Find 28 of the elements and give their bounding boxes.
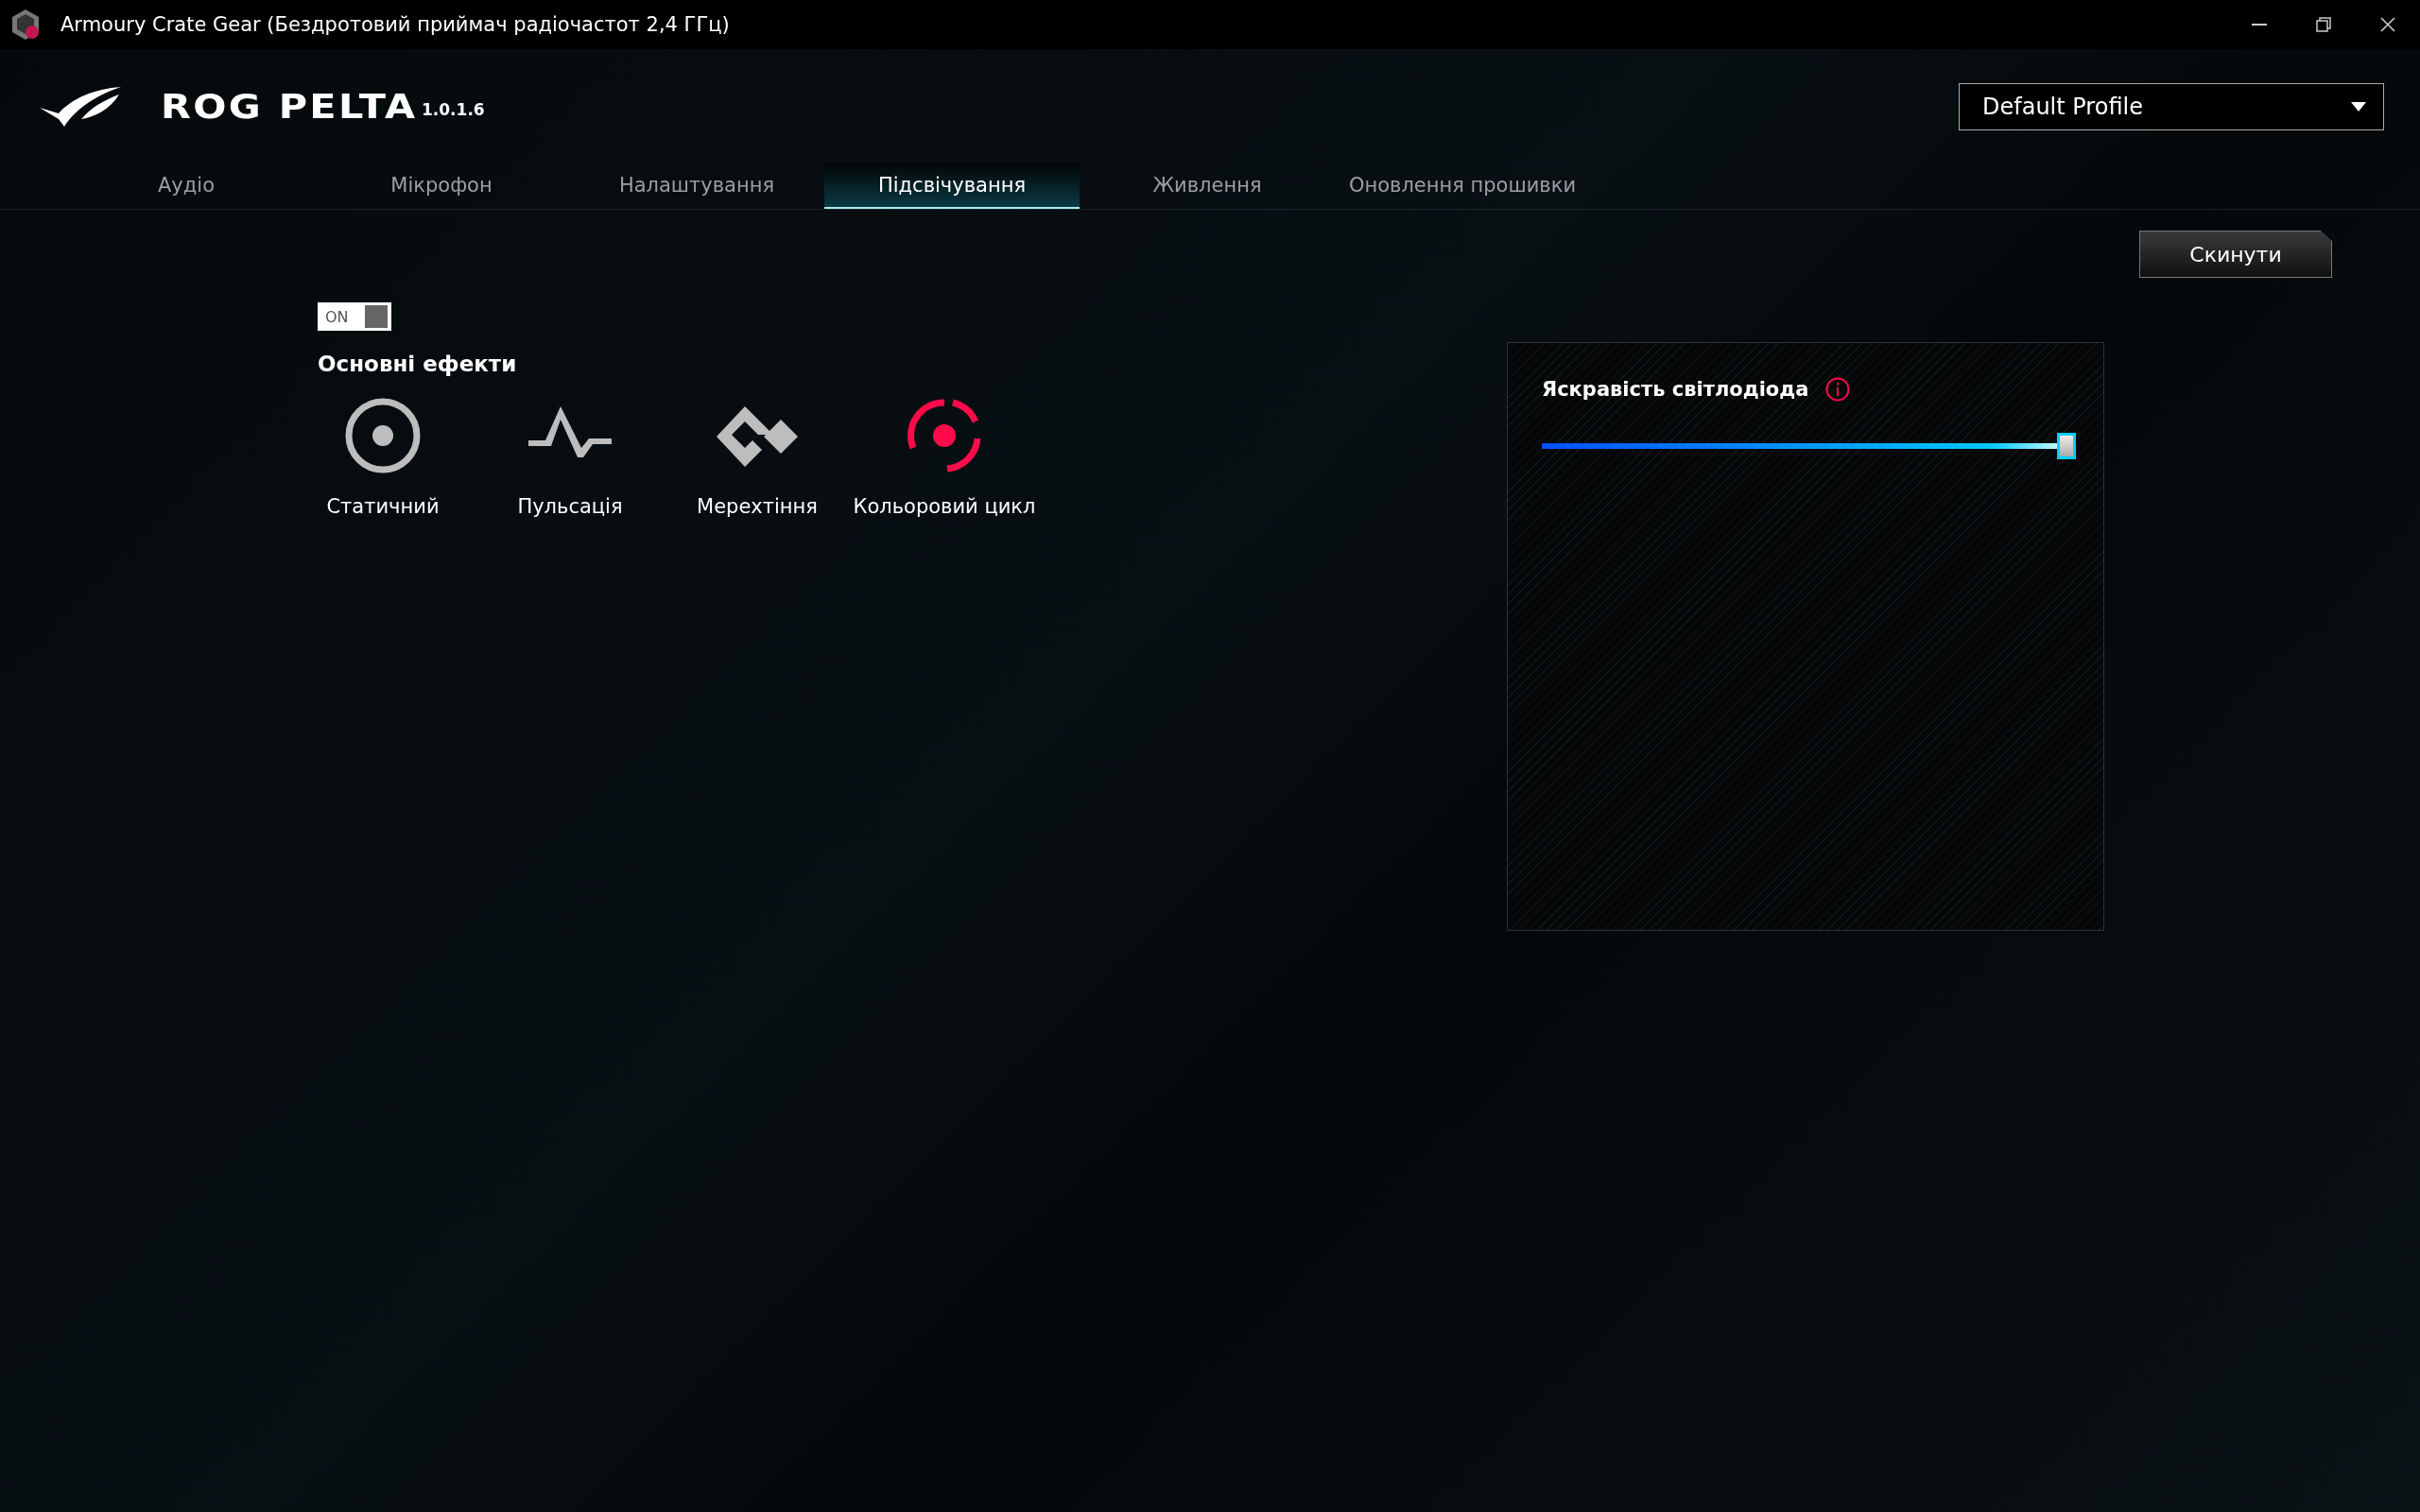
restore-icon xyxy=(2316,17,2331,32)
caret-icon xyxy=(2351,101,2366,112)
tab[interactable]: Налаштування xyxy=(569,163,824,209)
effect-option[interactable]: Статичний xyxy=(289,397,476,518)
window-title: Armoury Crate Gear (Бездротовий приймач радіочастот 2,4 ГГц) xyxy=(60,13,731,36)
tab[interactable]: Оновлення прошивки xyxy=(1335,163,1590,209)
effect-option[interactable]: Мерехтіння xyxy=(664,397,851,518)
info-icon[interactable] xyxy=(1825,377,1851,402)
slider-thumb[interactable] xyxy=(2057,433,2076,459)
minimize-icon xyxy=(2252,24,2267,26)
tab[interactable]: Живлення xyxy=(1080,163,1335,209)
reset-button[interactable]: Скинути xyxy=(2139,231,2332,278)
product-name: ROG PELTA xyxy=(161,87,418,126)
eye-logo-icon xyxy=(38,84,123,129)
app-logo-icon xyxy=(9,9,42,41)
effect-option[interactable]: Кольоровий цикл xyxy=(851,397,1038,518)
lighting-toggle[interactable]: ON xyxy=(318,302,391,331)
profile-dropdown[interactable]: Default Profile xyxy=(1959,82,2384,130)
tab[interactable]: Підсвічування xyxy=(824,163,1080,209)
version-label: 1.0.1.6 xyxy=(422,99,485,119)
brightness-title: Яскравість світлодіода xyxy=(1542,378,1809,401)
tab[interactable]: Мікрофон xyxy=(314,163,569,209)
section-title: Основні ефекти xyxy=(318,352,518,376)
tab[interactable]: Аудіо xyxy=(59,163,314,209)
target-icon xyxy=(344,397,422,474)
color-cycle-icon xyxy=(906,397,983,474)
close-icon xyxy=(2380,17,2395,32)
effect-option[interactable]: Пульсація xyxy=(476,397,664,518)
